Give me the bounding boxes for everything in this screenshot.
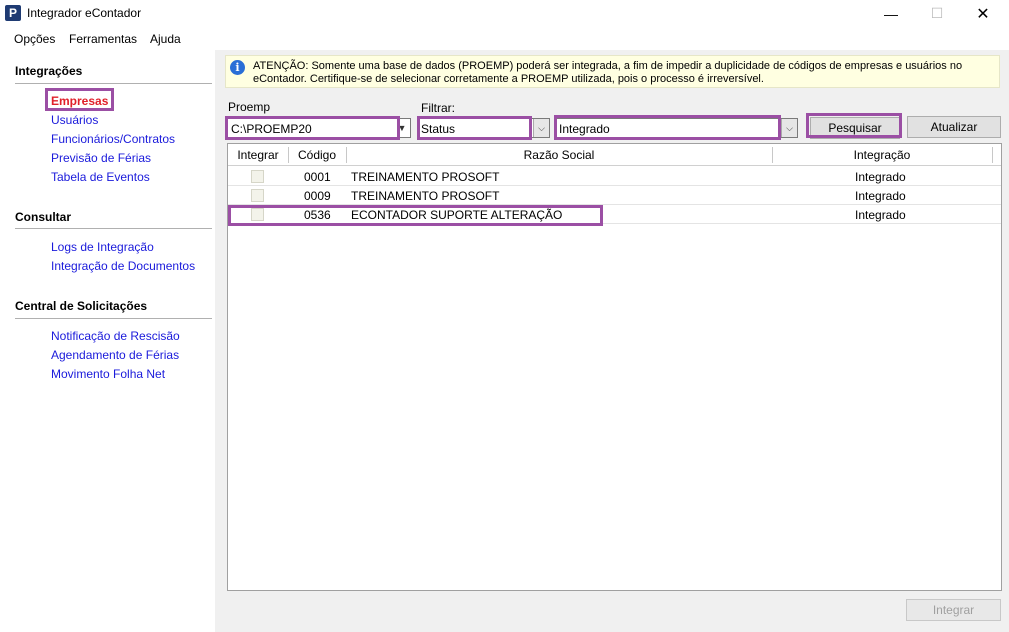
table-row[interactable]: 0001 TREINAMENTO PROSOFT Integrado — [228, 167, 1001, 186]
sidebar-item-integracao-documentos[interactable]: Integração de Documentos — [51, 259, 195, 273]
close-button[interactable]: ✕ — [960, 0, 1006, 27]
sidebar-item-previsao-ferias[interactable]: Previsão de Férias — [51, 151, 151, 165]
refresh-button[interactable]: Atualizar — [907, 116, 1001, 138]
maximize-button[interactable]: ☐ — [914, 0, 960, 27]
app-logo-icon: P — [5, 5, 21, 21]
sidebar-item-logs-integracao[interactable]: Logs de Integração — [51, 240, 154, 254]
info-icon: i — [230, 60, 245, 75]
sidebar-item-tabela-eventos[interactable]: Tabela de Eventos — [51, 170, 150, 184]
col-codigo[interactable]: Código — [288, 148, 346, 162]
table-header: Integrar Código Razão Social Integração — [228, 144, 1001, 166]
row-highlight — [228, 205, 603, 226]
warning-notice: i ATENÇÃO: Somente uma base de dados (PR… — [225, 55, 1000, 88]
cell-codigo: 0009 — [304, 189, 331, 203]
sidebar-item-movimento-folha[interactable]: Movimento Folha Net — [51, 367, 165, 381]
row-checkbox[interactable] — [251, 189, 264, 202]
section-title-consultar: Consultar — [15, 210, 72, 224]
minimize-button[interactable]: — — [868, 0, 914, 27]
cell-codigo: 0001 — [304, 170, 331, 184]
chevron-down-icon[interactable]: ⌵ — [533, 119, 549, 137]
search-highlight — [806, 113, 902, 138]
proemp-highlight — [225, 116, 400, 140]
menu-ferramentas[interactable]: Ferramentas — [69, 32, 137, 46]
main-panel: i ATENÇÃO: Somente uma base de dados (PR… — [215, 50, 1009, 632]
sidebar-item-agendamento-ferias[interactable]: Agendamento de Férias — [51, 348, 179, 362]
title-bar: P Integrador eContador — ☐ ✕ — [0, 0, 1009, 27]
menu-bar: Opções Ferramentas Ajuda — [0, 28, 1009, 50]
filter-value-highlight — [554, 115, 781, 140]
col-integracao[interactable]: Integração — [772, 148, 992, 162]
window-title: Integrador eContador — [27, 6, 142, 20]
cell-integracao: Integrado — [855, 208, 906, 222]
col-separator — [992, 147, 993, 163]
companies-table: Integrar Código Razão Social Integração … — [227, 143, 1002, 591]
col-integrar[interactable]: Integrar — [228, 148, 288, 162]
menu-ajuda[interactable]: Ajuda — [150, 32, 181, 46]
sidebar-item-funcionarios[interactable]: Funcionários/Contratos — [51, 132, 175, 146]
proemp-label: Proemp — [228, 100, 271, 114]
notice-text: ATENÇÃO: Somente uma base de dados (PROE… — [253, 60, 963, 85]
sidebar-item-notificacao-rescisao[interactable]: Notificação de Rescisão — [51, 329, 180, 343]
cell-integracao: Integrado — [855, 189, 906, 203]
filtrar-label: Filtrar: — [421, 101, 455, 115]
menu-opcoes[interactable]: Opções — [14, 32, 55, 46]
cell-razao-social: TREINAMENTO PROSOFT — [351, 170, 500, 184]
section-title-integracoes: Integrações — [15, 64, 83, 78]
row-checkbox[interactable] — [251, 170, 264, 183]
sidebar-item-usuarios[interactable]: Usuários — [51, 113, 98, 127]
filter-field-highlight — [417, 116, 532, 140]
chevron-down-icon[interactable]: ⌵ — [781, 119, 797, 137]
divider — [15, 228, 212, 229]
col-razao-social[interactable]: Razão Social — [346, 148, 772, 162]
table-row[interactable]: 0009 TREINAMENTO PROSOFT Integrado — [228, 186, 1001, 205]
section-title-central-solicitacoes: Central de Solicitações — [15, 299, 148, 313]
cell-integracao: Integrado — [855, 170, 906, 184]
cell-razao-social: TREINAMENTO PROSOFT — [351, 189, 500, 203]
integrar-button[interactable]: Integrar — [906, 599, 1001, 621]
divider — [15, 318, 212, 319]
sidebar: Integrações Empresas Usuários Funcionári… — [0, 50, 215, 632]
sidebar-item-empresas[interactable]: Empresas — [51, 94, 108, 108]
divider — [15, 83, 212, 84]
